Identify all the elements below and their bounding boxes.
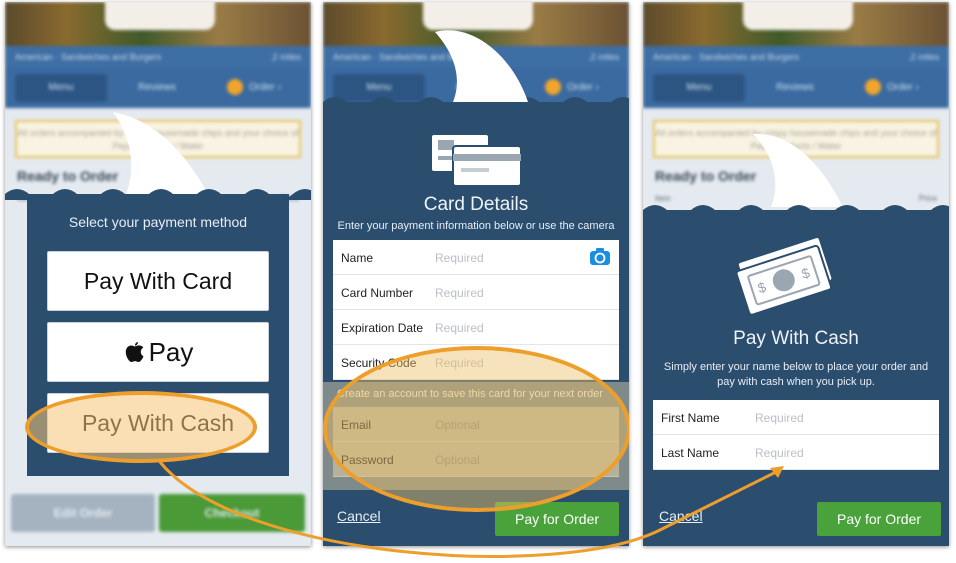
cancel-button[interactable]: Cancel: [337, 508, 381, 524]
pay-with-cash-screen: American · Sandwiches and Burgers .2 mil…: [643, 2, 949, 546]
pay-for-order-button[interactable]: Pay for Order: [817, 502, 941, 536]
pay-with-cash-button[interactable]: Pay With Cash: [47, 393, 269, 453]
shark-fin-icon: [753, 133, 843, 207]
field-placeholder: Required: [755, 446, 804, 460]
field-label: First Name: [661, 411, 720, 425]
cancel-button[interactable]: Cancel: [659, 508, 703, 524]
field-placeholder: Optional: [435, 453, 480, 467]
apple-pay-label: Pay: [148, 337, 194, 367]
security-code-field[interactable]: Security Code Required: [333, 345, 619, 380]
card-details-subtitle: Enter your payment information below or …: [337, 220, 615, 232]
credit-cards-icon: [430, 133, 522, 187]
field-placeholder: Optional: [435, 418, 480, 432]
pay-with-cash-panel: $ $ Pay With Cash Simply enter your name…: [643, 205, 949, 546]
field-placeholder: Required: [435, 356, 484, 370]
pay-with-cash-title: Pay With Cash: [733, 328, 859, 349]
field-label: Password: [341, 453, 394, 467]
payment-method-screen: American · Sandwiches and Burgers .2 mil…: [5, 2, 311, 546]
field-placeholder: Required: [435, 321, 484, 335]
payment-method-title: Select your payment method: [68, 214, 248, 230]
edit-order-button[interactable]: Edit Order: [11, 494, 155, 532]
last-name-field[interactable]: Last Name Required: [653, 435, 939, 470]
checkout-button[interactable]: Checkout: [159, 494, 305, 532]
field-placeholder: Required: [435, 286, 484, 300]
card-details-screen: American · Sandwiches and Burgers .2 mil…: [323, 2, 629, 546]
name-field[interactable]: Name Required: [333, 240, 619, 275]
payment-method-panel: Select your payment method Pay With Card…: [5, 189, 311, 476]
pay-with-card-button[interactable]: Pay With Card: [47, 251, 269, 311]
save-card-text: Create an account to save this card for …: [337, 388, 603, 400]
pay-for-order-button[interactable]: Pay for Order: [495, 502, 619, 536]
password-field[interactable]: Password Optional: [333, 442, 619, 477]
field-placeholder: Required: [755, 411, 804, 425]
wave-edge: [643, 205, 949, 216]
card-details-panel: Card Details Enter your payment informat…: [323, 97, 629, 546]
field-label: Name: [341, 251, 374, 265]
apple-logo-icon: [125, 342, 143, 363]
field-label: Security Code: [341, 356, 417, 370]
card-details-title: Card Details: [423, 194, 529, 215]
cash-icon: $ $: [735, 236, 834, 316]
account-form: Email Optional Password Optional: [333, 407, 619, 477]
pay-with-cash-subtitle: Simply enter your name below to place yo…: [663, 361, 929, 388]
field-label: Email: [341, 418, 372, 432]
cash-name-form: First Name Required Last Name Required: [653, 400, 939, 470]
email-field[interactable]: Email Optional: [333, 407, 619, 442]
wave-edge: [5, 189, 311, 200]
camera-icon[interactable]: [589, 248, 611, 266]
expiration-date-field[interactable]: Expiration Date Required: [333, 310, 619, 345]
field-placeholder: Required: [435, 251, 484, 265]
shark-fin-icon: [435, 30, 528, 102]
field-label: Expiration Date: [341, 321, 424, 335]
field-label: Card Number: [341, 286, 414, 300]
field-label: Last Name: [661, 446, 720, 460]
card-form: Name Required Card Number Required Expir…: [333, 240, 619, 380]
card-number-field[interactable]: Card Number Required: [333, 275, 619, 310]
first-name-field[interactable]: First Name Required: [653, 400, 939, 435]
apple-pay-button[interactable]: Pay: [47, 322, 269, 382]
